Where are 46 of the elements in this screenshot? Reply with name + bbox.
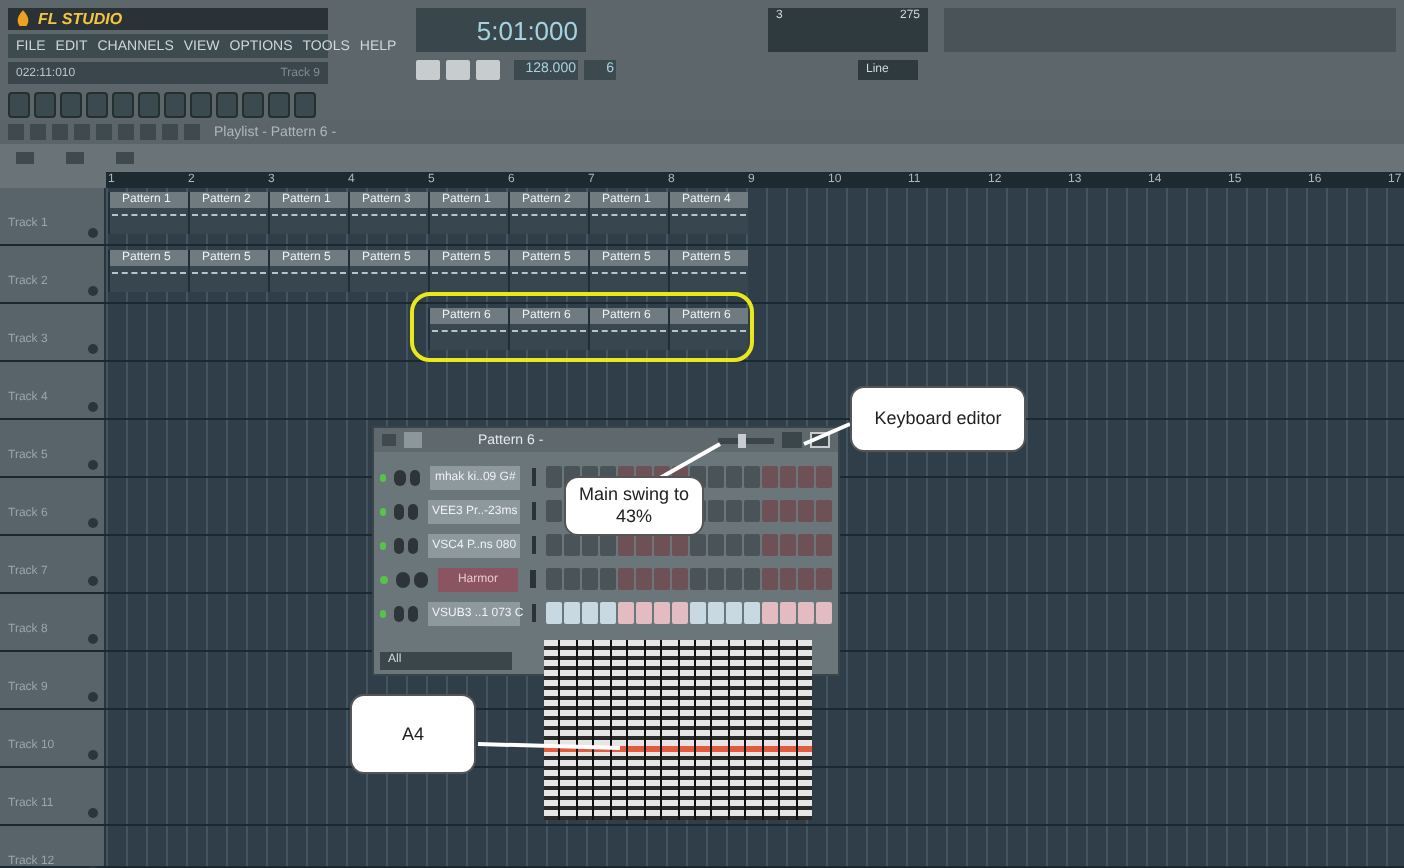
pan-knob[interactable]	[393, 537, 404, 553]
toolbar-button[interactable]	[60, 92, 82, 118]
volume-knob[interactable]	[413, 571, 428, 587]
record-button[interactable]	[476, 60, 500, 80]
app-logo: FL STUDIO	[38, 11, 123, 27]
toolbar-button[interactable]	[8, 92, 30, 118]
pan-knob[interactable]	[393, 503, 404, 519]
toolbar-button[interactable]	[86, 92, 108, 118]
volume-knob[interactable]	[409, 469, 421, 485]
pan-knob[interactable]	[393, 605, 404, 621]
toolbar-button[interactable]	[138, 92, 160, 118]
pan-knob[interactable]	[395, 571, 410, 587]
step-editor-button[interactable]	[782, 432, 802, 448]
leader-line	[803, 422, 851, 446]
channel-led[interactable]	[380, 473, 386, 481]
callout-tooltip: Main swing to 43%	[564, 476, 704, 536]
flame-logo-icon	[16, 10, 30, 28]
toolbar-button[interactable]	[216, 92, 238, 118]
view-tab[interactable]	[16, 152, 34, 164]
swing-slider-thumb[interactable]	[738, 433, 747, 447]
channel-led[interactable]	[380, 575, 387, 583]
volume-knob[interactable]	[407, 537, 419, 553]
leader-line	[477, 742, 621, 750]
toolbar-button[interactable]	[164, 92, 186, 118]
volume-knob[interactable]	[407, 605, 419, 621]
channel-select-light[interactable]	[531, 468, 536, 486]
pan-knob[interactable]	[393, 469, 406, 485]
leader-line	[659, 442, 721, 480]
channel-led[interactable]	[380, 541, 386, 549]
play-button[interactable]	[416, 60, 440, 80]
stop-button[interactable]	[446, 60, 470, 80]
toolbar-button[interactable]	[190, 92, 212, 118]
channel-led[interactable]	[380, 507, 386, 515]
view-tab[interactable]	[116, 152, 134, 164]
channel-select-light[interactable]	[532, 536, 537, 554]
toolbar-button[interactable]	[268, 92, 290, 118]
toolbar-button[interactable]	[242, 92, 264, 118]
toolbar-button[interactable]	[112, 92, 134, 118]
callout-tooltip: A4	[350, 694, 476, 774]
view-tab[interactable]	[66, 152, 84, 164]
toolbar-button[interactable]	[294, 92, 316, 118]
callout-tooltip: Keyboard editor	[850, 386, 1026, 452]
channel-led[interactable]	[380, 609, 386, 617]
time-display: 5:01:000	[416, 8, 586, 52]
volume-knob[interactable]	[407, 503, 419, 519]
toolbar-button[interactable]	[34, 92, 56, 118]
